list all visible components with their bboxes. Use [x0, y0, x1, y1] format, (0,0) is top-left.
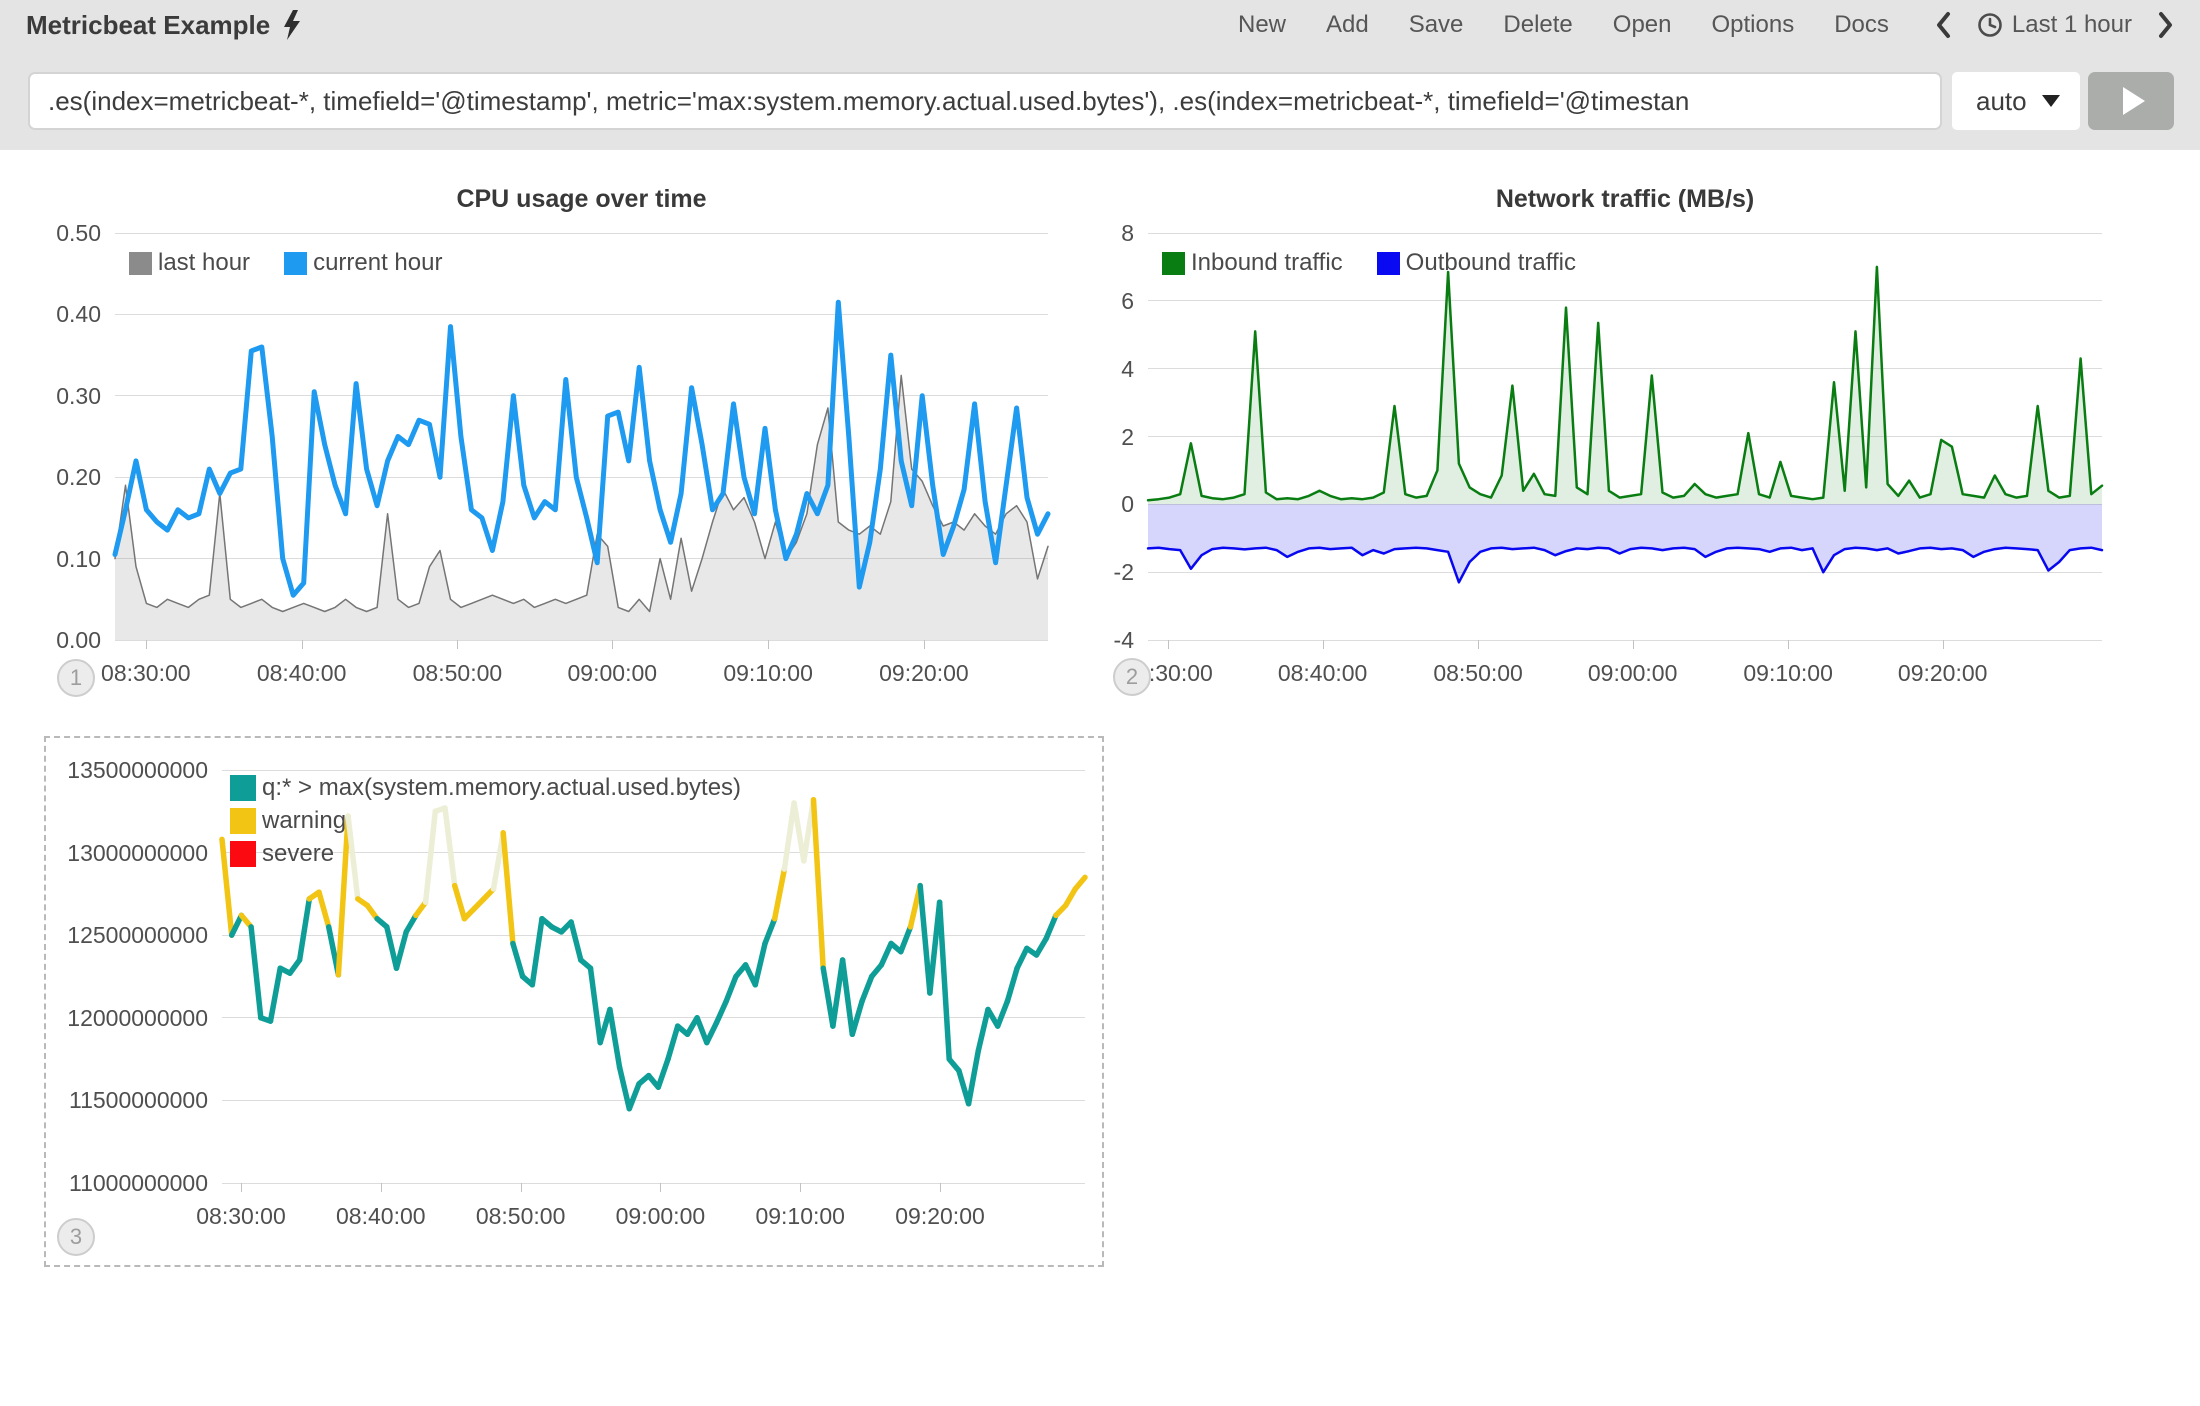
- app-title: Metricbeat Example: [26, 10, 302, 41]
- time-picker-button[interactable]: Last 1 hour: [1977, 11, 2132, 39]
- nav-add-button[interactable]: Add: [1326, 11, 1369, 39]
- nav-save-button[interactable]: Save: [1409, 11, 1464, 39]
- network-chart-plot[interactable]: Inbound traffic Outbound traffic 86420-2…: [1148, 233, 2102, 640]
- legend-item: Outbound traffic: [1377, 249, 1576, 277]
- memory-chart-legend: q:* > max(system.memory.actual.used.byte…: [230, 774, 741, 868]
- nav-new-button[interactable]: New: [1238, 11, 1286, 39]
- interval-select[interactable]: auto: [1952, 72, 2080, 130]
- severe-swatch: [230, 841, 256, 867]
- legend-item: warning: [230, 807, 346, 835]
- memory-chart-plot[interactable]: q:* > max(system.memory.actual.used.byte…: [222, 770, 1085, 1183]
- cpu-chart-legend: last hour current hour: [129, 249, 442, 277]
- cpu-chart-plot[interactable]: last hour current hour 0.500.400.300.200…: [115, 233, 1048, 640]
- outbound-swatch: [1377, 252, 1400, 275]
- interval-value: auto: [1976, 86, 2027, 117]
- run-query-button[interactable]: [2088, 72, 2174, 130]
- chart-number-badge: 2: [1113, 658, 1151, 696]
- nav-options-button[interactable]: Options: [1712, 11, 1795, 39]
- network-chart-title: Network traffic (MB/s): [1148, 185, 2102, 214]
- legend-label: q:* > max(system.memory.actual.used.byte…: [262, 774, 741, 802]
- clock-icon: [1977, 12, 2003, 38]
- chart-number-badge: 3: [57, 1218, 95, 1256]
- top-nav: New Add Save Delete Open Options Docs: [1238, 11, 2174, 39]
- warning-swatch: [230, 808, 256, 834]
- chevron-left-icon: [1935, 11, 1951, 39]
- app-title-text: Metricbeat Example: [26, 10, 270, 41]
- top-bar: Metricbeat Example New Add Save Delete O…: [0, 0, 2200, 50]
- chevron-right-icon: [2158, 11, 2174, 39]
- last-hour-swatch: [129, 252, 152, 275]
- network-chart-legend: Inbound traffic Outbound traffic: [1162, 249, 1576, 277]
- legend-label: severe: [262, 840, 334, 868]
- legend-label: Outbound traffic: [1406, 249, 1576, 277]
- nav-docs-button[interactable]: Docs: [1834, 11, 1889, 39]
- header-area: Metricbeat Example New Add Save Delete O…: [0, 0, 2200, 150]
- timelion-query-input[interactable]: [28, 72, 1942, 130]
- time-navigation: Last 1 hour: [1935, 11, 2174, 39]
- nav-open-button[interactable]: Open: [1613, 11, 1672, 39]
- nav-delete-button[interactable]: Delete: [1503, 11, 1572, 39]
- cpu-chart-title: CPU usage over time: [115, 185, 1048, 214]
- timelion-bolt-icon: [282, 10, 302, 40]
- legend-label: Inbound traffic: [1191, 249, 1343, 277]
- legend-label: warning: [262, 807, 346, 835]
- time-picker-label: Last 1 hour: [2012, 11, 2132, 39]
- time-forward-button[interactable]: [2158, 11, 2174, 39]
- chart-number-badge: 1: [57, 659, 95, 697]
- caret-down-icon: [2042, 95, 2060, 107]
- legend-label: last hour: [158, 249, 250, 277]
- legend-label: current hour: [313, 249, 442, 277]
- memory-series-swatch: [230, 775, 256, 801]
- legend-item: Inbound traffic: [1162, 249, 1343, 277]
- play-icon: [2123, 87, 2145, 115]
- query-bar: auto: [28, 72, 2174, 130]
- inbound-swatch: [1162, 252, 1185, 275]
- legend-item: last hour: [129, 249, 250, 277]
- current-hour-swatch: [284, 252, 307, 275]
- legend-item: severe: [230, 840, 334, 868]
- legend-item: current hour: [284, 249, 442, 277]
- legend-item: q:* > max(system.memory.actual.used.byte…: [230, 774, 741, 802]
- time-back-button[interactable]: [1935, 11, 1951, 39]
